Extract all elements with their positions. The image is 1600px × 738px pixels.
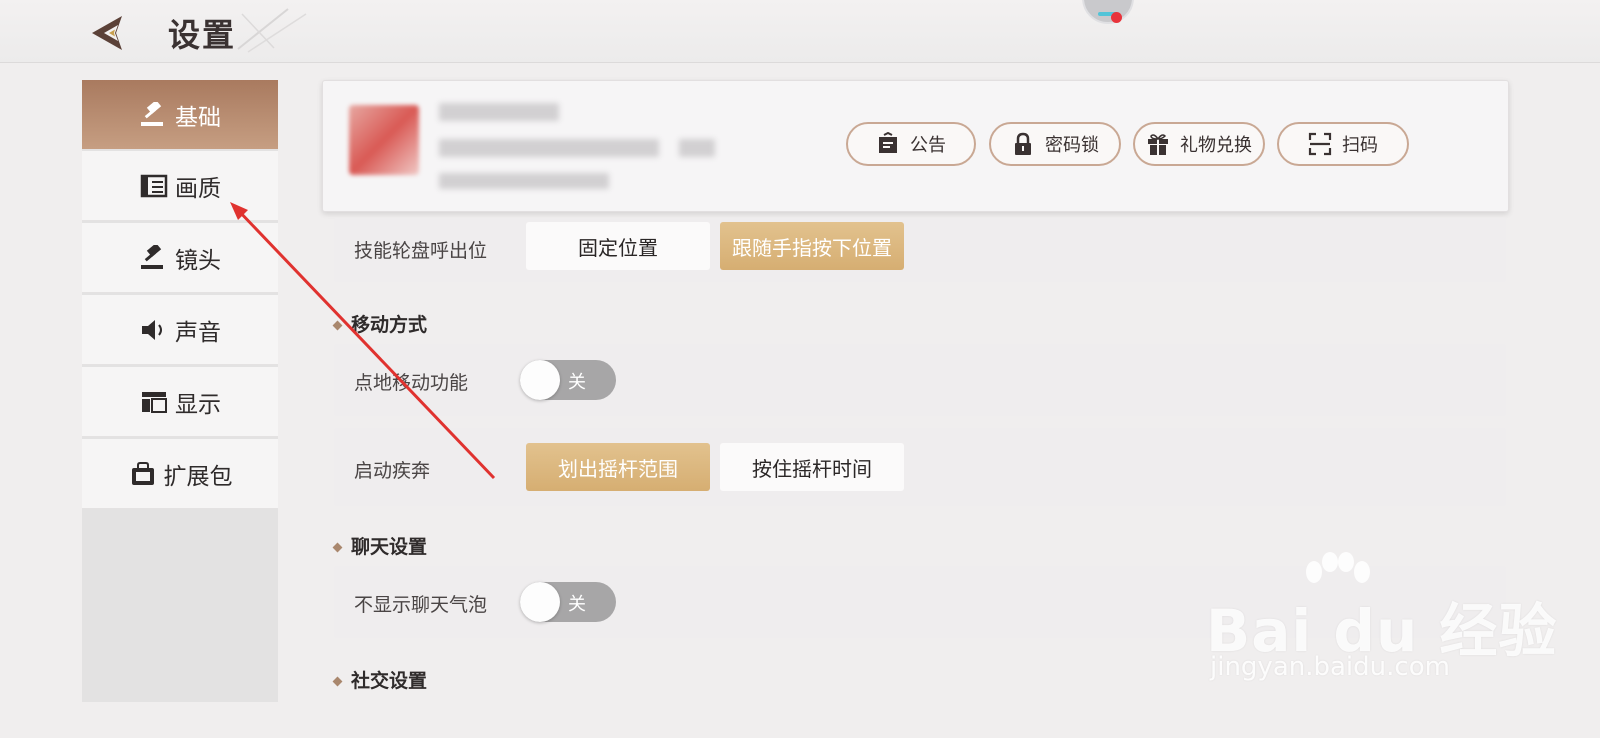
watermark-url: jingyan.baidu.com (1210, 652, 1450, 682)
sidebar: 基础 画质 镜头 声音 显示 扩展包 (82, 80, 278, 702)
sidebar-item-expansion[interactable]: 扩展包 (82, 439, 278, 509)
tap-move-toggle[interactable]: 关 (520, 360, 616, 400)
skill-wheel-follow-option[interactable]: 跟随手指按下位置 (720, 222, 904, 270)
sidebar-item-quality[interactable]: 画质 (82, 151, 278, 221)
sprint-label: 启动疾奔 (354, 460, 431, 482)
top-bar: 设置 (0, 0, 1600, 63)
redacted-player-id (439, 139, 659, 157)
tap-move-label: 点地移动功能 (354, 372, 469, 394)
sidebar-item-camera[interactable]: 镜头 (82, 223, 278, 293)
move-section-heading: 移动方式 (332, 310, 428, 337)
lock-icon (1011, 132, 1035, 156)
sidebar-item-sound[interactable]: 声音 (82, 295, 278, 365)
gift-icon (1146, 132, 1170, 156)
redacted-player-info (439, 173, 609, 189)
section-bullet-icon (332, 676, 343, 687)
sidebar-item-label: 声音 (175, 319, 221, 346)
sprint-hold-option[interactable]: 按住摇杆时间 (720, 443, 904, 491)
password-lock-button[interactable]: 密码锁 (989, 122, 1121, 166)
notice-board-icon (876, 132, 900, 156)
skill-wheel-label: 技能轮盘呼出位 (354, 240, 488, 262)
social-section-heading: 社交设置 (332, 666, 428, 693)
notice-button-label: 公告 (910, 135, 946, 156)
hide-bubble-toggle[interactable]: 关 (520, 582, 616, 622)
sprint-swipe-option[interactable]: 划出摇杆范围 (526, 443, 710, 491)
toggle-state-label: 关 (568, 372, 586, 393)
film-icon (139, 173, 169, 199)
page-title: 设置 (168, 16, 237, 54)
redacted-player-name (439, 103, 559, 121)
chat-section-heading: 聊天设置 (332, 532, 428, 559)
chat-section-title: 聊天设置 (351, 536, 428, 558)
sidebar-item-display[interactable]: 显示 (82, 367, 278, 437)
bag-icon (128, 461, 158, 487)
profile-card: 公告 密码锁 礼物兑换 扫码 (322, 80, 1509, 212)
avatar[interactable] (349, 105, 419, 175)
scan-code-button-label: 扫码 (1342, 135, 1378, 156)
top-avatar[interactable] (1082, 0, 1134, 24)
password-lock-button-label: 密码锁 (1045, 135, 1099, 156)
sidebar-item-basic[interactable]: 基础 (82, 80, 278, 150)
section-bullet-icon (332, 542, 343, 553)
notification-dot (1111, 12, 1122, 23)
toggle-state-label: 关 (568, 594, 586, 615)
redacted-player-tag (679, 139, 715, 157)
scan-icon (1308, 132, 1332, 156)
skill-wheel-fixed-option[interactable]: 固定位置 (526, 222, 710, 270)
gavel-icon (139, 244, 169, 271)
layout-icon (139, 389, 169, 415)
toggle-knob (520, 360, 560, 400)
sidebar-item-label: 基础 (175, 104, 221, 131)
sidebar-item-label: 镜头 (175, 247, 221, 274)
sidebar-item-label: 画质 (175, 175, 221, 202)
sidebar-item-label: 显示 (175, 391, 221, 418)
sprint-row: 启动疾奔 划出摇杆范围 按住摇杆时间 (334, 428, 1506, 506)
gavel-icon (139, 101, 169, 128)
sidebar-item-label: 扩展包 (163, 463, 233, 490)
gift-redeem-button-label: 礼物兑换 (1180, 135, 1252, 156)
scan-code-button[interactable]: 扫码 (1277, 122, 1409, 166)
hide-bubble-label: 不显示聊天气泡 (354, 594, 488, 616)
section-bullet-icon (332, 320, 343, 331)
gift-redeem-button[interactable]: 礼物兑换 (1133, 122, 1265, 166)
title-decoration-icon (228, 4, 318, 54)
notice-button[interactable]: 公告 (846, 122, 976, 166)
social-section-title: 社交设置 (351, 670, 428, 692)
speaker-icon (139, 317, 169, 343)
move-section-title: 移动方式 (351, 314, 428, 336)
tap-move-row: 点地移动功能 关 (334, 344, 1506, 416)
toggle-knob (520, 582, 560, 622)
skill-wheel-row: 技能轮盘呼出位 固定位置 跟随手指按下位置 (334, 218, 1506, 282)
back-arrow-icon[interactable] (88, 10, 136, 56)
